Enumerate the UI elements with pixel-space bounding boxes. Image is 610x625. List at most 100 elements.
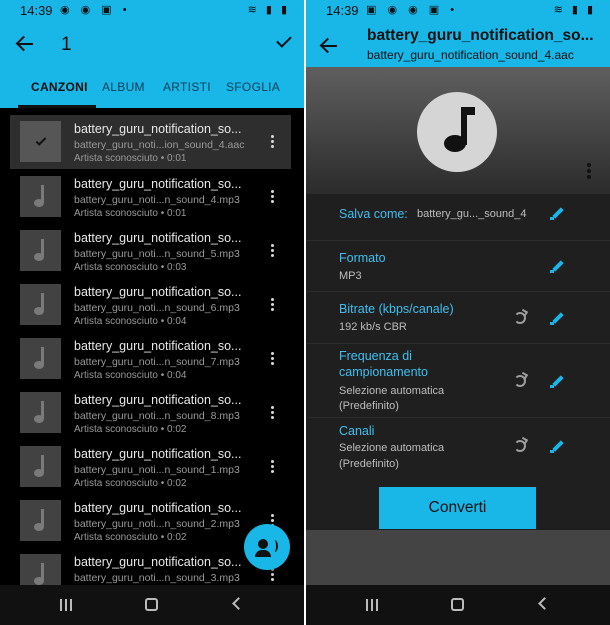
song-meta: Artista sconosciuto • 0:01 bbox=[74, 208, 187, 219]
song-filename: battery_guru_noti...n_sound_5.mp3 bbox=[74, 248, 240, 260]
reset-icon[interactable] bbox=[514, 375, 526, 387]
music-note-icon bbox=[20, 230, 61, 271]
more-options-icon[interactable] bbox=[271, 406, 275, 420]
song-list-item[interactable]: battery_guru_notification_so... battery_… bbox=[0, 170, 304, 224]
format-row[interactable]: Formato MP3 bbox=[306, 240, 610, 290]
reset-icon[interactable] bbox=[514, 440, 526, 452]
edit-pencil-icon[interactable] bbox=[550, 259, 564, 273]
song-title: battery_guru_notification_so... bbox=[74, 231, 242, 245]
more-options-icon[interactable] bbox=[271, 568, 275, 582]
song-title: battery_guru_notification_so... bbox=[74, 555, 242, 569]
convert-settings-screen: 14:39 ▣ ◉ ◉ ▣ • ≋ ▮ ▮ battery_guru_notif… bbox=[306, 0, 610, 625]
more-options-icon[interactable] bbox=[271, 190, 275, 204]
song-title: battery_guru_notification_so... bbox=[74, 393, 242, 407]
selected-check-icon bbox=[35, 135, 47, 146]
status-time: 14:39 bbox=[20, 3, 53, 18]
nav-back-icon[interactable] bbox=[538, 597, 551, 610]
more-options-icon[interactable] bbox=[271, 352, 275, 366]
song-filename: battery_guru_noti...n_sound_6.mp3 bbox=[74, 302, 240, 314]
active-tab-indicator bbox=[18, 105, 96, 108]
song-filename: battery_guru_noti...n_sound_2.mp3 bbox=[74, 518, 240, 530]
tab-sfoglia[interactable]: SFOGLIA bbox=[226, 80, 280, 94]
song-list-item[interactable]: battery_guru_notification_so... battery_… bbox=[0, 224, 304, 278]
channels-value: Selezione automatica bbox=[339, 442, 445, 454]
song-filename: battery_guru_noti...ion_sound_4.aac bbox=[74, 139, 245, 151]
song-title: battery_guru_notification_so... bbox=[74, 501, 242, 515]
music-note-icon bbox=[20, 176, 61, 217]
music-note-icon bbox=[20, 338, 61, 379]
nav-back-icon[interactable] bbox=[232, 597, 245, 610]
music-note-icon bbox=[20, 284, 61, 325]
song-meta: Artista sconosciuto • 0:02 bbox=[74, 478, 187, 489]
edit-pencil-icon[interactable] bbox=[550, 374, 564, 388]
more-options-icon[interactable] bbox=[271, 244, 275, 258]
more-options-icon[interactable] bbox=[587, 163, 591, 179]
edit-pencil-icon[interactable] bbox=[550, 311, 564, 325]
song-meta: Artista sconosciuto • 0:01 bbox=[74, 153, 187, 164]
recents-icon[interactable] bbox=[60, 599, 74, 611]
song-meta: Artista sconosciuto • 0:04 bbox=[74, 370, 187, 381]
selected-count: 1 bbox=[61, 34, 72, 55]
song-list-item[interactable]: battery_guru_notification_so... battery_… bbox=[10, 115, 291, 169]
reset-icon[interactable] bbox=[514, 312, 526, 324]
song-meta: Artista sconosciuto • 0:03 bbox=[74, 262, 187, 273]
bitrate-row[interactable]: Bitrate (kbps/canale) 192 kb/s CBR bbox=[306, 291, 610, 342]
sample-rate-value: Selezione automatica bbox=[339, 385, 445, 397]
more-options-icon[interactable] bbox=[271, 135, 275, 149]
confirm-check-icon[interactable] bbox=[276, 32, 292, 48]
song-list-item[interactable]: battery_guru_notification_so... battery_… bbox=[0, 386, 304, 440]
convert-button[interactable]: Converti bbox=[379, 487, 536, 529]
sample-rate-default: (Predefinito) bbox=[339, 400, 399, 412]
song-filename: battery_guru_noti...n_sound_3.mp3 bbox=[74, 572, 240, 584]
edit-pencil-icon[interactable] bbox=[550, 206, 564, 220]
sample-rate-label: Frequenza di bbox=[339, 349, 412, 363]
home-icon[interactable] bbox=[451, 598, 464, 611]
channels-row[interactable]: Canali Selezione automatica (Predefinito… bbox=[306, 417, 610, 475]
song-title: battery_guru_notification_so... bbox=[74, 447, 242, 461]
channels-default: (Predefinito) bbox=[339, 458, 399, 470]
save-as-row[interactable]: Salva come: battery_gu..._sound_4 bbox=[306, 194, 610, 234]
song-filename: battery_guru_noti...n_sound_4.mp3 bbox=[74, 194, 240, 206]
tab-album[interactable]: ALBUM bbox=[102, 80, 145, 94]
song-title: battery_guru_notification_so... bbox=[74, 285, 242, 299]
song-title: battery_guru_notification_so... bbox=[74, 339, 242, 353]
sample-rate-label-line2: campionamento bbox=[339, 365, 428, 379]
music-note-icon bbox=[20, 392, 61, 433]
home-icon[interactable] bbox=[145, 598, 158, 611]
song-list-item[interactable]: battery_guru_notification_so... battery_… bbox=[0, 332, 304, 386]
back-arrow-icon[interactable] bbox=[319, 36, 339, 56]
song-meta: Artista sconosciuto • 0:02 bbox=[74, 424, 187, 435]
status-bar: 14:39 ◉ ◉ ▣ • ≋ ▮ ▮ bbox=[0, 0, 304, 22]
song-thumbnail bbox=[20, 121, 61, 162]
more-options-icon[interactable] bbox=[271, 460, 275, 474]
file-app-bar: 14:39 ▣ ◉ ◉ ▣ • ≋ ▮ ▮ battery_guru_notif… bbox=[306, 0, 610, 67]
song-meta: Artista sconosciuto • 0:02 bbox=[74, 532, 187, 543]
category-tabs: CANZONI ALBUM ARTISTI SFOGLIA bbox=[0, 80, 304, 108]
song-list-item[interactable]: battery_guru_notification_so... battery_… bbox=[0, 278, 304, 332]
edit-pencil-icon[interactable] bbox=[550, 439, 564, 453]
song-list-item[interactable]: battery_guru_notification_so... battery_… bbox=[0, 440, 304, 494]
save-as-value: battery_gu..._sound_4 bbox=[417, 208, 527, 220]
file-title: battery_guru_notification_so... bbox=[367, 27, 594, 44]
music-note-icon bbox=[20, 500, 61, 541]
more-options-icon[interactable] bbox=[271, 298, 275, 312]
recents-icon[interactable] bbox=[366, 599, 380, 611]
tab-artisti[interactable]: ARTISTI bbox=[163, 80, 211, 94]
sample-rate-row[interactable]: Frequenza di campionamento Selezione aut… bbox=[306, 343, 610, 416]
song-title: battery_guru_notification_so... bbox=[74, 177, 242, 191]
add-voice-fab[interactable] bbox=[244, 524, 290, 570]
song-meta: Artista sconosciuto • 0:04 bbox=[74, 316, 187, 327]
status-bar: 14:39 ▣ ◉ ◉ ▣ • ≋ ▮ ▮ bbox=[306, 0, 610, 22]
song-filename: battery_guru_noti...n_sound_8.mp3 bbox=[74, 410, 240, 422]
save-as-label: Salva come: bbox=[339, 207, 408, 221]
back-arrow-icon[interactable] bbox=[15, 34, 35, 54]
song-filename: battery_guru_noti...n_sound_7.mp3 bbox=[74, 356, 240, 368]
system-nav-bar bbox=[0, 585, 304, 625]
notification-icons: ◉ ◉ ▣ • bbox=[60, 4, 131, 16]
tab-canzoni[interactable]: CANZONI bbox=[31, 80, 88, 94]
album-art-header bbox=[306, 67, 610, 194]
selection-app-bar: 14:39 ◉ ◉ ▣ • ≋ ▮ ▮ 1 CANZONI ALBUM ARTI… bbox=[0, 0, 304, 108]
status-time: 14:39 bbox=[326, 3, 359, 18]
channels-label: Canali bbox=[339, 424, 375, 438]
format-label: Formato bbox=[339, 251, 386, 265]
